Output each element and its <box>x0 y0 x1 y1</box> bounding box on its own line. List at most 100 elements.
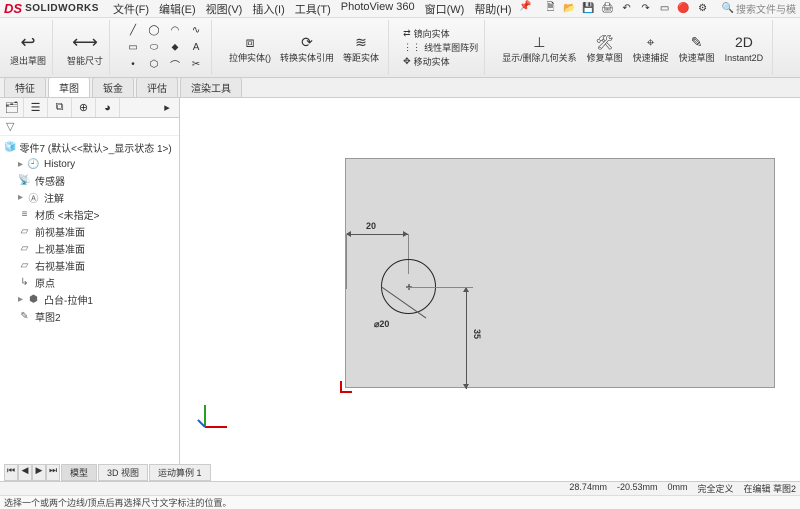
tree-history[interactable]: ▸🕘History <box>4 157 175 172</box>
tree-front-plane[interactable]: ▱前视基准面 <box>4 223 175 240</box>
convert-group: ⧈ 拉伸实体() ⟳ 转换实体引用 ≋ 等距实体 <box>220 20 389 75</box>
dim-value-dia20[interactable]: ⌀20 <box>374 319 389 330</box>
filter-icon[interactable]: ▽ <box>6 120 14 133</box>
menu-bar: 文件(F) 编辑(E) 视图(V) 插入(I) 工具(T) PhotoView … <box>109 0 534 18</box>
menu-insert[interactable]: 插入(I) <box>248 0 288 18</box>
tree-annotations[interactable]: ▸Ⓐ注解 <box>4 189 175 206</box>
print-icon[interactable]: 🖨 <box>600 2 616 16</box>
exit-sketch-icon[interactable]: ↩︎ <box>14 28 42 56</box>
status-bar: 28.74mm -20.53mm 0mm 完全定义 在编辑 草图2 <box>0 481 800 495</box>
mirror-button[interactable]: ⇄镜向实体 <box>403 27 450 40</box>
instant2d-button[interactable]: 2D Instant2D <box>722 31 767 64</box>
repair-sketch-button[interactable]: 🛠 修复草图 <box>584 31 626 64</box>
fillet-icon[interactable]: ⌒ <box>166 57 184 73</box>
menu-window[interactable]: 窗口(W) <box>421 0 469 18</box>
title-toolbar: 🗎 📂 💾 🖨 ↶ ↷ ▭ 🔴 ⚙ 🔍 搜索文件与模 <box>543 1 796 16</box>
tab-scroll: ⏮ ◀ ▶ ⏭ <box>4 464 60 481</box>
open-icon[interactable]: 📂 <box>562 2 578 16</box>
convert-entities-button[interactable]: ⟳ 转换实体引用 <box>277 31 337 64</box>
extrude-feat-icon: ⬢ <box>27 293 40 306</box>
spline-icon[interactable]: ∿ <box>187 23 205 39</box>
panel-expand-icon[interactable]: ▸ <box>155 98 179 117</box>
relations-group: ⊥ 显示/删除几何关系 🛠 修复草图 ⌖ 快速捕捉 ✎ 快速草图 2D Inst… <box>493 20 773 75</box>
boss-extrude-button[interactable]: ⧈ 拉伸实体() <box>226 31 274 64</box>
options-icon[interactable]: ⚙ <box>695 2 711 16</box>
tree-root-label: 零件7 (默认<<默认>_显示状态 1>) <box>19 140 171 155</box>
move-button[interactable]: ✥移动实体 <box>403 55 450 68</box>
menu-help[interactable]: 帮助(H) <box>470 0 515 18</box>
tab-scroll-prev-icon[interactable]: ◀ <box>18 464 32 481</box>
tree-top-plane[interactable]: ▱上视基准面 <box>4 240 175 257</box>
graphics-area[interactable]: 20 ⌀20 35 <box>180 98 800 468</box>
tab-sketch[interactable]: 草图 <box>48 77 90 97</box>
save-icon[interactable]: 💾 <box>581 2 597 16</box>
annotations-icon: Ⓐ <box>27 191 40 204</box>
view-triad[interactable] <box>195 398 235 438</box>
tab-feature[interactable]: 特征 <box>4 77 46 97</box>
fm-tab-prop-icon[interactable]: ☰ <box>24 98 48 117</box>
tab-model[interactable]: 模型 <box>61 464 97 481</box>
tab-3dview[interactable]: 3D 视图 <box>98 464 148 481</box>
menu-tools[interactable]: 工具(T) <box>291 0 335 18</box>
search-box[interactable]: 🔍 搜索文件与模 <box>722 1 796 16</box>
tree-boss-extrude[interactable]: ▸⬢凸台-拉伸1 <box>4 291 175 308</box>
text-icon[interactable]: A <box>187 40 205 56</box>
show-relations-button[interactable]: ⊥ 显示/删除几何关系 <box>499 31 580 64</box>
rebuild-icon[interactable]: 🔴 <box>676 2 692 16</box>
polygon-icon[interactable]: ⬡ <box>145 57 163 73</box>
tab-scroll-next-icon[interactable]: ▶ <box>32 464 46 481</box>
tree-right-plane[interactable]: ▱右视基准面 <box>4 257 175 274</box>
dim-value-35[interactable]: 35 <box>472 329 482 339</box>
quick-snap-label: 快速捕捉 <box>633 54 669 64</box>
tree-top-plane-label: 上视基准面 <box>35 241 85 256</box>
offset-button[interactable]: ≋ 等距实体 <box>340 31 382 64</box>
tab-evaluate[interactable]: 评估 <box>136 77 178 97</box>
undo-icon[interactable]: ↶ <box>619 2 635 16</box>
dim-value-20[interactable]: 20 <box>366 221 376 231</box>
logo-ds-icon: DS <box>4 1 22 16</box>
trim-icon[interactable]: ✂ <box>187 57 205 73</box>
menu-edit[interactable]: 编辑(E) <box>155 0 200 18</box>
menu-pin-icon[interactable]: 📌 <box>518 0 534 14</box>
menu-file[interactable]: 文件(F) <box>109 0 153 18</box>
tab-sheetmetal[interactable]: 钣金 <box>92 77 134 97</box>
tree-front-plane-label: 前视基准面 <box>35 224 85 239</box>
tree-material[interactable]: ≡材质 <未指定> <box>4 206 175 223</box>
linear-pattern-button[interactable]: ⋮⋮线性草图阵列 <box>403 41 478 54</box>
ellipse-icon[interactable]: ⬥ <box>166 40 184 56</box>
redo-icon[interactable]: ↷ <box>638 2 654 16</box>
status-x: 28.74mm <box>569 482 607 495</box>
rect-icon[interactable]: ▭ <box>124 40 142 56</box>
arc-icon[interactable]: ◠ <box>166 23 184 39</box>
fm-tab-config-icon[interactable]: ⧉ <box>48 98 72 117</box>
tab-motion[interactable]: 运动算例 1 <box>149 464 211 481</box>
quick-snap-button[interactable]: ⌖ 快速捕捉 <box>630 31 672 64</box>
tree-sensors[interactable]: 📡传感器 <box>4 172 175 189</box>
select-icon[interactable]: ▭ <box>657 2 673 16</box>
smart-dim-icon[interactable]: ⟷ <box>71 28 99 56</box>
fm-tab-dim-icon[interactable]: ⊕ <box>72 98 96 117</box>
offset-icon: ≋ <box>350 31 372 53</box>
tree-origin[interactable]: ↳原点 <box>4 274 175 291</box>
fm-tab-appear-icon[interactable]: ◕ <box>96 98 120 117</box>
circle-icon[interactable]: ◯ <box>145 23 163 39</box>
slot-icon[interactable]: ⬭ <box>145 40 163 56</box>
tab-render[interactable]: 渲染工具 <box>180 77 242 97</box>
new-icon[interactable]: 🗎 <box>543 2 559 16</box>
fm-tab-tree-icon[interactable]: 🗂 <box>0 98 24 117</box>
tab-scroll-first-icon[interactable]: ⏮ <box>4 464 18 481</box>
point-icon[interactable]: • <box>124 57 142 73</box>
menu-view[interactable]: 视图(V) <box>202 0 247 18</box>
smart-dim-group: ⟷ 智能尺寸 <box>61 20 110 75</box>
menu-photoview[interactable]: PhotoView 360 <box>337 0 419 18</box>
history-icon: 🕘 <box>27 158 40 171</box>
tree-sketch2[interactable]: ✎草图2 <box>4 308 175 325</box>
collapse-icon: ▸ <box>18 192 23 203</box>
tab-scroll-last-icon[interactable]: ⏭ <box>46 464 60 481</box>
feature-filter-bar: ▽ <box>0 118 179 136</box>
line-icon[interactable]: ╱ <box>124 23 142 39</box>
tree-root[interactable]: 🧊 零件7 (默认<<默认>_显示状态 1>) <box>4 140 175 155</box>
rapid-sketch-button[interactable]: ✎ 快速草图 <box>676 31 718 64</box>
ribbon: ↩︎ 退出草图 ⟷ 智能尺寸 ╱ ◯ ◠ ∿ ▭ ⬭ ⬥ A • ⬡ ⌒ ✂ ⧈… <box>0 18 800 78</box>
convert-entities-label: 转换实体引用 <box>280 54 334 64</box>
